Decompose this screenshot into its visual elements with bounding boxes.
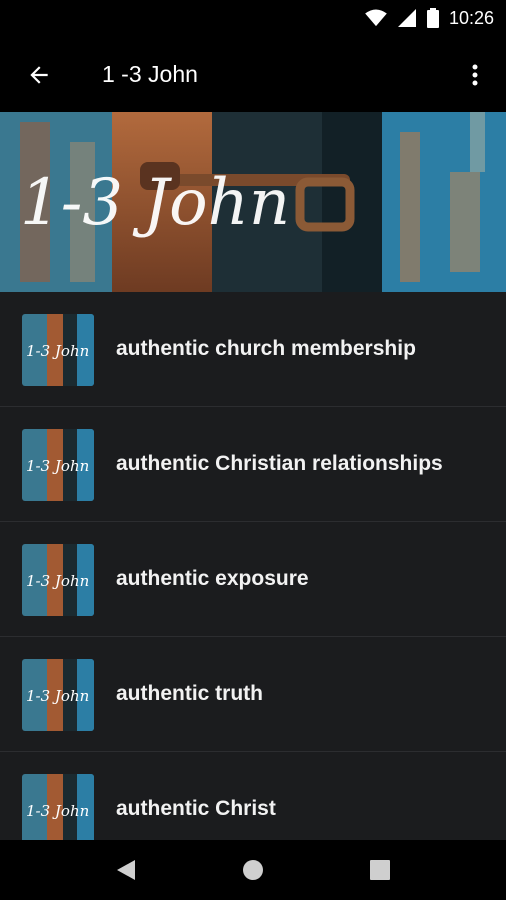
list-item[interactable]: 1-3 John authentic Christian relationshi… [0, 407, 506, 522]
thumbnail-text: 1-3 John [26, 342, 89, 360]
nav-recents-button[interactable] [362, 852, 398, 888]
nav-home-button[interactable] [235, 852, 271, 888]
list-item[interactable]: 1-3 John authentic Christ [0, 752, 506, 840]
page-title: 1 -3 John [102, 61, 198, 87]
series-banner: 1-3 John [0, 112, 506, 292]
battery-icon [426, 8, 439, 28]
system-nav-bar [0, 840, 506, 900]
nav-recents-icon [370, 860, 390, 880]
wifi-icon [365, 9, 387, 27]
sermon-thumbnail: 1-3 John [22, 429, 94, 501]
list-item-label: authentic exposure [116, 567, 309, 590]
list-item-label: authentic Christian relationships [116, 452, 443, 475]
sermon-thumbnail: 1-3 John [22, 314, 94, 386]
back-button[interactable] [20, 56, 58, 94]
more-vert-icon [472, 64, 478, 86]
sermon-thumbnail: 1-3 John [22, 774, 94, 840]
list-item[interactable]: 1-3 John authentic truth [0, 637, 506, 752]
overflow-menu-button[interactable] [460, 56, 490, 94]
thumbnail-text: 1-3 John [26, 802, 89, 820]
list-item[interactable]: 1-3 John authentic exposure [0, 522, 506, 637]
status-time: 10:26 [448, 7, 494, 28]
thumbnail-text: 1-3 John [26, 572, 89, 590]
nav-back-button[interactable] [108, 852, 144, 888]
banner-title: 1-3 John [20, 166, 290, 240]
arrow-back-icon [30, 66, 48, 84]
status-bar: 10:26 [0, 0, 506, 36]
list-item-label: authentic Christ [116, 797, 276, 820]
list-item-label: authentic truth [116, 682, 263, 705]
signal-icon [397, 9, 416, 27]
sermon-thumbnail: 1-3 John [22, 659, 94, 731]
nav-back-icon [117, 860, 135, 880]
thumbnail-text: 1-3 John [26, 687, 89, 705]
app-bar: 1 -3 John [0, 36, 506, 112]
list-item[interactable]: 1-3 John authentic church membership [0, 292, 506, 407]
banner-image: 1-3 John [0, 112, 506, 292]
status-icons: 10:26 [365, 0, 494, 36]
nav-home-icon [243, 860, 263, 880]
thumbnail-text: 1-3 John [26, 457, 89, 475]
sermon-thumbnail: 1-3 John [22, 544, 94, 616]
list-item-label: authentic church membership [116, 337, 416, 360]
sermon-list: 1-3 John authentic church membership 1-3… [0, 292, 506, 840]
